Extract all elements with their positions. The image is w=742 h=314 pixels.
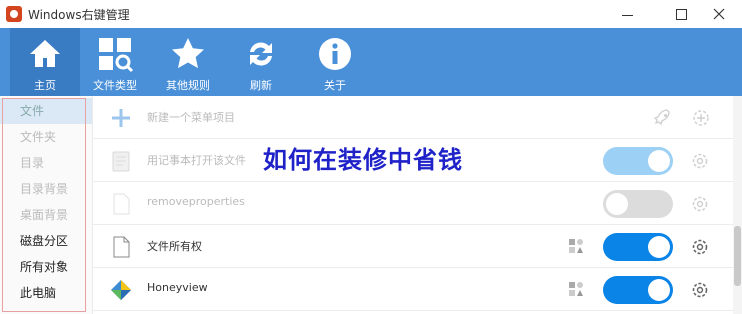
honeyview-icon [111, 280, 131, 300]
toolbar-about-label: 关于 [324, 79, 346, 92]
maximize-icon [675, 8, 687, 20]
menu-item-list: 新建一个菜单项目 用记事本打开该文件 removeproperties 文件所有… [93, 96, 742, 314]
app-logo-icon [6, 6, 22, 22]
menu-item-row[interactable]: 文件所有权 [93, 225, 742, 268]
window-title: Windows右键管理 [28, 8, 130, 22]
toolbar-home[interactable]: 主页 [10, 28, 80, 96]
blank-file-icon [113, 236, 130, 258]
gear-icon[interactable] [691, 152, 709, 170]
main-toolbar: 主页 文件类型 其他规则 刷新 关于 [0, 28, 742, 96]
refresh-icon [250, 42, 272, 66]
gear-icon[interactable] [691, 281, 709, 299]
menu-item-name: 用记事本打开该文件 [147, 154, 246, 167]
menu-item-toggle[interactable] [603, 190, 673, 218]
toggle-knob [648, 150, 670, 172]
home-icon [30, 40, 60, 67]
menu-item-toggle[interactable] [603, 233, 673, 261]
toggle-knob [648, 279, 670, 301]
minimize-button[interactable] [604, 0, 650, 28]
menu-item-name: removeproperties [147, 195, 245, 208]
toggle-knob [606, 193, 628, 215]
menu-item-name: 文件所有权 [147, 240, 202, 253]
notepad-icon [112, 151, 130, 172]
add-setting-icon[interactable] [691, 108, 711, 128]
sidebar: 文件 文件夹 目录 目录背景 桌面背景 磁盘分区 所有对象 此电脑 [0, 96, 93, 314]
toolbar-refresh[interactable]: 刷新 [226, 28, 296, 96]
shapes-icon [569, 239, 583, 253]
rocket-icon[interactable] [653, 108, 673, 128]
toolbar-other-rules[interactable]: 其他规则 [153, 28, 223, 96]
menu-item-toggle[interactable] [603, 147, 673, 175]
toolbar-file-types[interactable]: 文件类型 [80, 28, 150, 96]
toolbar-about[interactable]: 关于 [300, 28, 370, 96]
info-icon [319, 38, 351, 70]
file-types-icon [99, 38, 134, 73]
gear-icon[interactable] [691, 195, 709, 213]
toolbar-home-label: 主页 [34, 79, 56, 92]
scrollbar[interactable] [733, 96, 742, 314]
title-bar: Windows右键管理 [0, 0, 742, 29]
blank-file-icon [113, 193, 130, 215]
toolbar-other-rules-label: 其他规则 [166, 79, 210, 92]
close-icon [713, 8, 725, 20]
selection-highlight-box [2, 98, 86, 312]
watermark-text: 如何在装修中省钱 [263, 145, 463, 174]
scrollbar-thumb[interactable] [734, 226, 741, 286]
toolbar-refresh-label: 刷新 [250, 79, 272, 92]
star-icon [172, 38, 204, 69]
gear-icon[interactable] [691, 238, 709, 256]
minimize-icon [621, 14, 633, 16]
close-button[interactable] [696, 0, 742, 28]
new-menu-item-row[interactable]: 新建一个菜单项目 [93, 96, 742, 139]
plus-icon [112, 109, 130, 127]
menu-item-row[interactable]: removeproperties [93, 182, 742, 225]
shapes-icon [569, 282, 583, 296]
menu-item-toggle[interactable] [603, 276, 673, 304]
menu-item-name: Honeyview [147, 281, 208, 294]
new-menu-item-label: 新建一个菜单项目 [147, 111, 235, 124]
menu-item-row[interactable]: Honeyview [93, 268, 742, 311]
toggle-knob [648, 236, 670, 258]
toolbar-file-types-label: 文件类型 [93, 79, 137, 92]
